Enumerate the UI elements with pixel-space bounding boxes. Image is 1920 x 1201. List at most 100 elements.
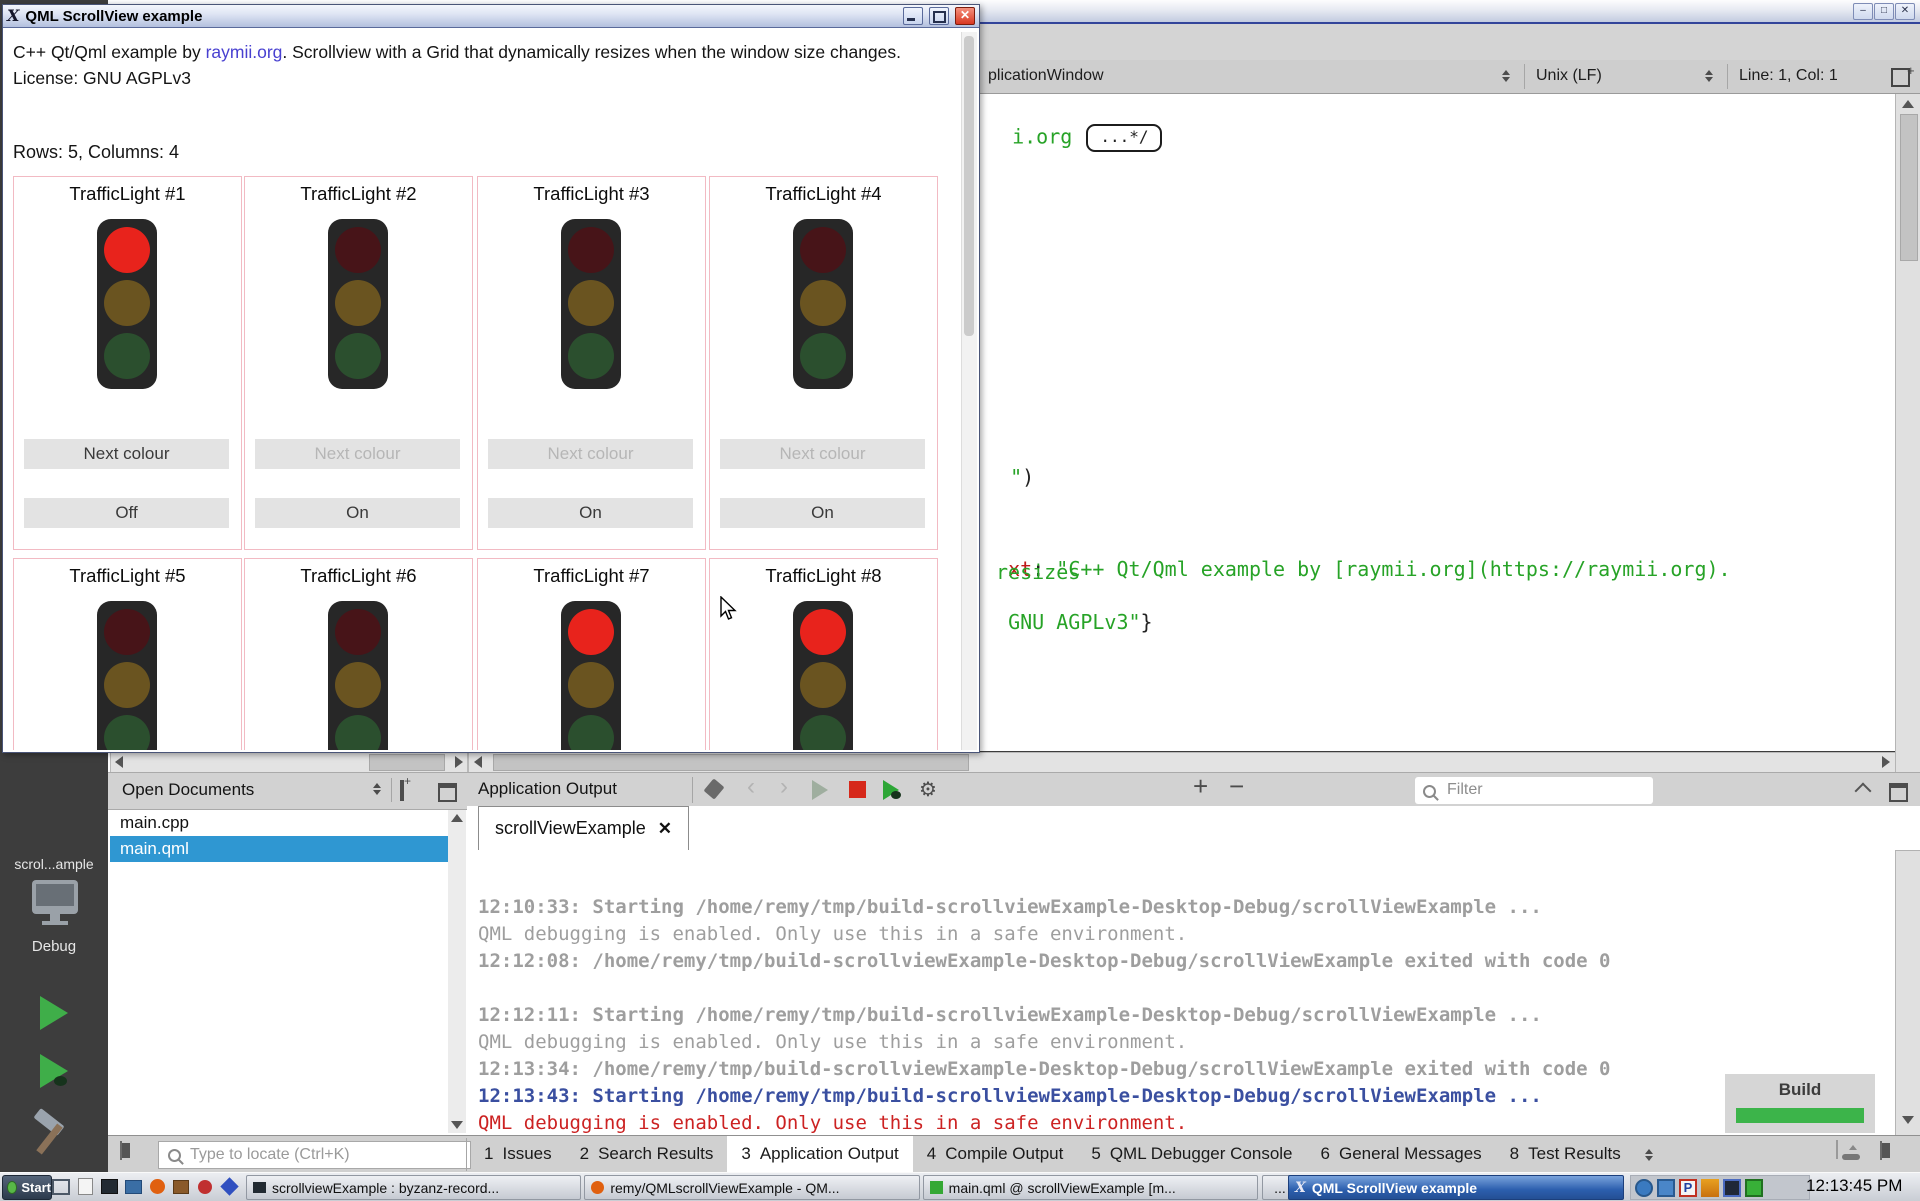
open-document-item[interactable]: main.cpp [110,810,456,836]
creator-maximize-button[interactable]: □ [1874,3,1894,20]
clean-output-icon[interactable] [703,778,725,800]
quicklaunch-terminal-icon[interactable] [98,1175,120,1198]
red-lamp [104,227,150,273]
traffic-light [97,219,157,389]
scroll-right-icon[interactable] [1882,756,1890,768]
scroll-up-icon[interactable] [1902,100,1914,108]
quicklaunch-firefox-icon[interactable] [146,1175,168,1198]
power-button[interactable]: On [720,498,925,528]
zoom-out-icon[interactable]: − [1229,771,1244,802]
tab-general-messages[interactable]: 6 General Messages [1307,1136,1496,1172]
application-output-console[interactable]: 12:10:33: Starting /home/remy/tmp/build-… [467,850,1895,1135]
progress-details-button[interactable] [1836,1140,1860,1160]
scrollbar-thumb[interactable] [369,754,445,771]
tab-test-results[interactable]: 8 Test Results [1496,1136,1635,1172]
scroll-up-icon[interactable] [451,814,463,822]
start-button[interactable]: Start [2,1175,52,1200]
quicklaunch-windowlist-icon[interactable] [50,1175,72,1198]
maximize-panel-icon[interactable] [1889,783,1908,802]
console-line: 12:13:34: /home/remy/tmp/build-scrollvie… [478,1058,1611,1080]
rerun-icon[interactable] [812,780,828,800]
power-button[interactable]: On [255,498,460,528]
next-item-icon[interactable]: › [780,773,788,801]
trafficlight-card-1: TrafficLight #1 Next colour Off [13,176,242,550]
zoom-in-icon[interactable]: + [1193,771,1208,802]
collapse-panel-icon[interactable] [1854,782,1872,800]
qml-minimize-button[interactable] [903,7,923,25]
split-editor-icon[interactable] [1891,63,1915,87]
tray-clipboard-p-icon[interactable]: P [1679,1178,1697,1197]
close-panel-icon[interactable] [438,783,457,802]
previous-item-icon[interactable]: ‹ [747,773,755,801]
raymii-link[interactable]: raymii.org [206,42,283,62]
task-qml-scrollview-example-active[interactable]: X QML ScrollView example [1288,1175,1624,1200]
run-debug-icon[interactable] [883,780,901,805]
kit-name-label[interactable]: Debug [0,938,108,955]
next-colour-button[interactable]: Next colour [255,439,460,469]
tray-chart-icon[interactable] [1701,1178,1719,1197]
creator-minimize-button[interactable]: – [1853,3,1873,20]
locator-input[interactable]: Type to locate (Ctrl+K) [158,1141,471,1169]
scroll-down-icon[interactable] [1902,1116,1914,1124]
run-debug-button[interactable] [40,1054,68,1088]
output-tab-scrollviewexample[interactable]: scrollViewExample ✕ [478,806,689,850]
scrollview-vertical-scrollbar[interactable] [961,32,977,750]
next-colour-button[interactable]: Next colour [488,439,693,469]
sidebar-horizontal-scrollbar[interactable] [110,752,468,773]
stop-icon[interactable] [849,781,866,798]
sidebar-vertical-scrollbar[interactable] [448,810,466,1133]
split-panel-icon[interactable] [400,780,404,801]
toggle-right-sidebar-icon[interactable] [1880,1141,1882,1160]
document-sort-icon[interactable] [373,783,381,795]
scrollbar-thumb[interactable] [1900,114,1918,261]
encoding-updown-icon[interactable] [1705,70,1713,82]
toggle-left-sidebar-icon[interactable] [120,1141,122,1160]
code-fold-marker[interactable]: ...*/ [1086,124,1163,152]
task-qtcreator[interactable]: main.qml @ scrollViewExample [m... [922,1175,1258,1200]
scrollbar-thumb[interactable] [493,754,969,771]
breadcrumb-updown-icon[interactable] [1502,70,1510,82]
tray-network-icon[interactable] [1723,1178,1741,1197]
task-byzanz-record[interactable]: scrollviewExample : byzanz-record... [246,1175,582,1200]
qml-maximize-button[interactable] [929,7,949,25]
creator-close-button[interactable]: ✕ [1895,3,1915,20]
task-firefox[interactable]: remy/QMLscrollViewExample - QM... [584,1175,920,1200]
tab-application-output[interactable]: 3 Application Output [727,1136,913,1172]
power-button[interactable]: On [488,498,693,528]
quicklaunch-package-icon[interactable] [170,1175,192,1198]
scrollbar-thumb[interactable] [964,36,974,336]
tray-swirl-icon[interactable] [1635,1178,1653,1197]
settings-gear-icon[interactable]: ⚙ [919,777,937,802]
encoding-selector[interactable]: Unix (LF) [1536,67,1602,85]
editor-vertical-scrollbar[interactable] [1895,94,1920,1135]
quicklaunch-display-icon[interactable] [122,1175,144,1198]
panel-title: Open Documents [122,780,255,799]
scroll-right-icon[interactable] [455,756,463,768]
editor-horizontal-scrollbar[interactable] [468,752,1896,773]
editor-breadcrumb[interactable]: plicationWindow [988,67,1104,85]
tab-compile-output[interactable]: 4 Compile Output [913,1136,1078,1172]
close-tab-icon[interactable]: ✕ [658,819,672,839]
next-colour-button[interactable]: Next colour [720,439,925,469]
qml-window-titlebar[interactable]: X QML ScrollView example ✕ [3,5,979,28]
scroll-left-icon[interactable] [115,756,123,768]
scroll-left-icon[interactable] [474,756,482,768]
quicklaunch-editor-icon[interactable] [74,1175,96,1198]
scroll-down-icon[interactable] [451,1121,463,1129]
open-document-item-selected[interactable]: main.qml [110,836,456,862]
qml-close-button[interactable]: ✕ [955,7,975,25]
tray-activity-icon[interactable] [1745,1178,1763,1197]
tab-issues[interactable]: 1 Issues [470,1136,566,1172]
kit-project-label[interactable]: scrol...ample [0,856,108,872]
console-line: 12:12:11: Starting /home/remy/tmp/build-… [478,1004,1542,1026]
output-filter-input[interactable]: Filter [1415,777,1653,804]
tray-monitor-icon[interactable] [1657,1178,1675,1197]
run-button[interactable] [40,996,68,1030]
quicklaunch-app-red-icon[interactable] [194,1175,216,1198]
tab-search-results[interactable]: 2 Search Results [566,1136,728,1172]
tab-qml-debugger-console[interactable]: 5 QML Debugger Console [1077,1136,1306,1172]
next-colour-button[interactable]: Next colour [24,439,229,469]
power-button[interactable]: Off [24,498,229,528]
kit-selector-monitor-icon[interactable] [32,880,78,925]
quicklaunch-app-blue-icon[interactable] [218,1175,240,1198]
